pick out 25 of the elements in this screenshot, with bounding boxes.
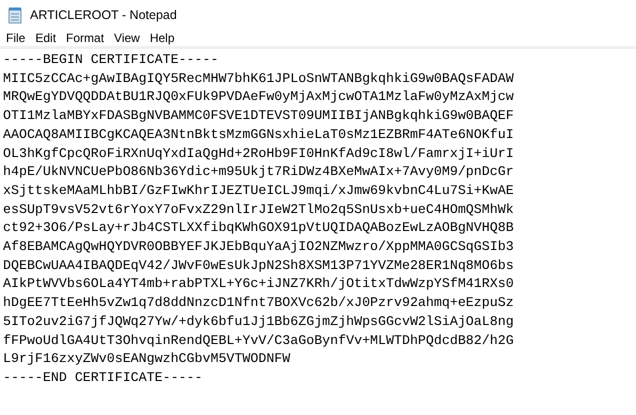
notepad-icon	[7, 7, 23, 24]
text-line: OL3hKgfCpcQRoFiRXnUqYxdIaQgHd+2RoHb9FI0HnKfAd9cI8wl/FamrxjI+iUrI	[3, 144, 514, 163]
text-line: MIIC5zCCAc+gAwIBAgIQY5RecMHW7bhK61JPLoSnWTANBgkqhkiG9w0BAQsFADAW	[3, 70, 514, 88]
text-line: DQEBCwUAA4IBAQDEqV42/JWvF0wEsUkJpN2Sh8XSM13P71YVZMe28ER1Nq8MO6bs	[3, 256, 514, 275]
text-line: xSjttskeMAaMLhbBI/GzFIwKhrIJEZTUeICLJ9mqi/xJmw69kvbnC4Lu7Si+KwAE	[3, 182, 514, 200]
text-line: ct92+3O6/PsLay+rJb4CSTLXXfibqKWhGOX91pVtUQIDAQABozEwLzAOBgNVHQ8B	[3, 219, 514, 238]
text-line: h4pE/UkNVNCUePbO86Nb36Ydic+m95Ukjt7RiDWz4BXeMwAIx+7Avy0M9/pnDcGr	[3, 163, 514, 182]
text-line: hDgEE7TtEeHh5vZw1q7d8ddNnzcD1Nfnt7BOXVc62b/xJ0Pzrv92ahmq+eEzpuSz	[3, 294, 514, 312]
menu-item[interactable]: View	[109, 31, 145, 45]
text-line: 5ITo2uv2iG7jfJQWq27Yw/+dyk6bfu1Jj1Bb6ZGjmZjhWpsGGcvW2lSiAjOaL8ng	[3, 312, 514, 331]
window-title: ARTICLEROOT - Notepad	[30, 7, 177, 24]
menu-item[interactable]: File	[1, 31, 30, 45]
text-line: MRQwEgYDVQQDDAtBU1RJQ0xFUk9PVDAeFw0yMjAxMjcwOTA1MzlaFw0yMzAxMjcw	[3, 88, 514, 106]
text-line: -----BEGIN CERTIFICATE-----	[3, 51, 218, 69]
text-line: fFPwoUdlGA4UtT3OhvqinRendQEBL+YvV/C3aGoBynfVv+MLWTDhPQdcdB82/h2G	[3, 332, 514, 350]
text-line: L9rjF16zxyZWv0sEANgwzhCGbvM5VTWODNFW	[3, 350, 290, 368]
text-line: -----END CERTIFICATE-----	[3, 368, 202, 387]
text-line: Af8EBAMCAgQwHQYDVR0OBBYEFJKJEbBquYaAjIO2NZMwzro/XppMMA0GCSqGSIb3	[3, 238, 514, 256]
text-line: esSUpT9vsV52vt6rYoxY7oFvxZ29nlIrJIeW2TlMo2q5SnUsxb+ueC4HOmQSMhWk	[3, 200, 514, 219]
text-line: AAOCAQ8AMIIBCgKCAQEA3NtnBktsMzmGGNsxhieLaT0sMz1EZBRmF4ATe6NOKfuI	[3, 126, 514, 144]
menu-item[interactable]: Help	[144, 31, 180, 45]
menu-item[interactable]: Format	[61, 31, 110, 45]
text-line: AIkPtWVVbs6OLa4YT4mb+rabPTXL+Y6c+iJNZ7KRh/jOtitxTdwWzpYSfM41RXs0	[3, 275, 514, 294]
text-line: OTI1MzlaMBYxFDASBgNVBAMMC0FSVE1DTEVST09UMIIBIjANBgkqhkiG9w0BAQEF	[3, 107, 514, 126]
menu-item[interactable]: Edit	[30, 31, 62, 45]
